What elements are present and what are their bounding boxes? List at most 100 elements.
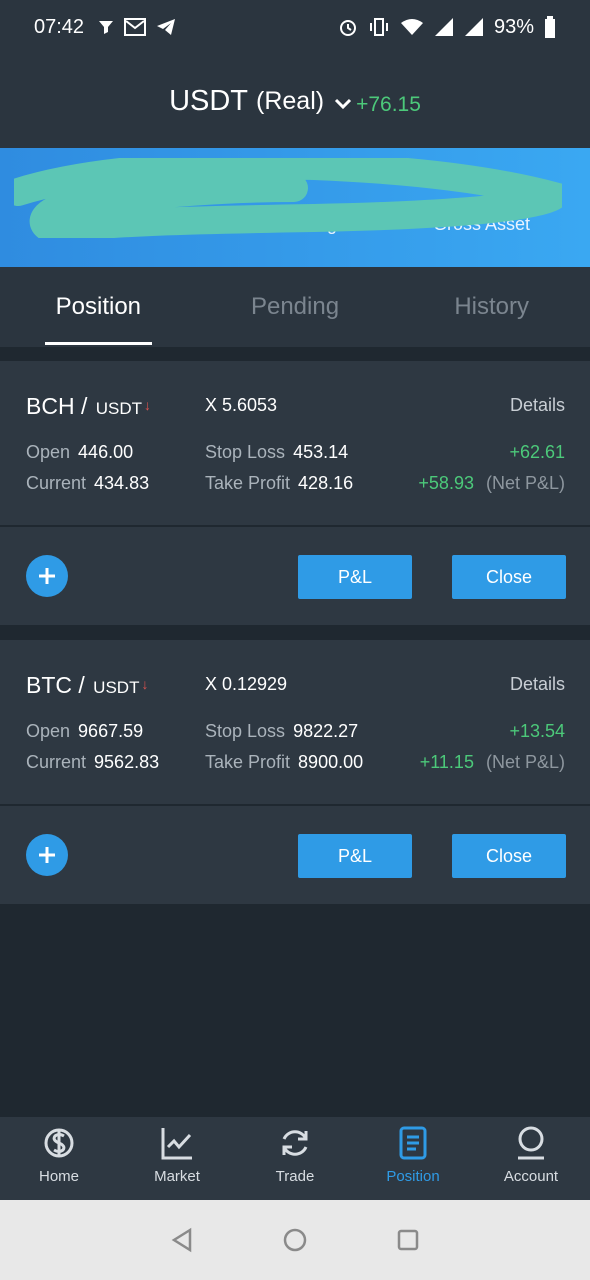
take-profit-value: 8900.00 <box>298 752 364 772</box>
plus-icon <box>39 568 55 584</box>
net-pnl-row: +58.93 (Net P&L) <box>418 473 565 494</box>
account-summary: vailable Utilized Margin Gross Asset <box>0 148 590 267</box>
net-pnl: +58.93 <box>418 473 474 493</box>
header-account-type: (Real) <box>256 86 325 115</box>
nav-market[interactable]: Market <box>118 1117 236 1200</box>
refresh-icon <box>282 1130 308 1156</box>
stop-loss-label: Stop Loss <box>205 442 286 462</box>
stop-loss-row: Stop Loss 9822.27 <box>205 721 358 742</box>
take-profit-row: Take Profit 428.16 <box>205 473 353 494</box>
position-quantity: X 5.6053 <box>205 395 278 415</box>
add-button[interactable] <box>26 555 68 597</box>
close-button[interactable]: Close <box>452 555 566 599</box>
net-pnl-row: +11.15 (Net P&L) <box>420 752 565 773</box>
divider <box>0 347 590 361</box>
details-link[interactable]: Details <box>510 674 565 695</box>
arrow-down-icon: ↓ <box>141 676 149 692</box>
account-selector[interactable]: USDT (Real) +76.15 <box>0 54 590 148</box>
tab-pending[interactable]: Pending <box>197 267 394 347</box>
net-pnl-label: (Net P&L) <box>485 473 565 493</box>
take-profit-row: Take Profit 8900.00 <box>205 752 363 773</box>
status-system-icons: 93% <box>338 16 556 39</box>
pair-base: BTC <box>26 672 72 698</box>
signal-icon <box>464 18 483 36</box>
redaction-scribble <box>14 158 562 238</box>
status-time: 07:42 <box>34 15 85 38</box>
header-pnl: +76.15 <box>356 93 421 116</box>
take-profit-value: 428.16 <box>298 473 354 493</box>
document-icon <box>399 1126 427 1160</box>
chart-icon <box>161 1128 192 1160</box>
recents-icon[interactable] <box>396 1228 420 1252</box>
take-profit-label: Take Profit <box>205 752 291 772</box>
stop-loss-label: Stop Loss <box>205 721 286 741</box>
current-price-row: Current 9562.83 <box>26 752 159 773</box>
nav-market-label: Market <box>154 1168 200 1185</box>
home-circle-icon[interactable] <box>282 1227 308 1253</box>
open-value: 446.00 <box>78 442 134 462</box>
vpn-filter-icon <box>99 21 114 34</box>
position-actions: P&L Close <box>0 527 590 625</box>
stop-loss-value: 9822.27 <box>293 721 359 741</box>
open-value: 9667.59 <box>78 721 144 741</box>
nav-account-label: Account <box>503 1168 559 1185</box>
vibrate-icon <box>369 18 388 36</box>
signal-icon <box>434 18 453 36</box>
tab-position[interactable]: Position <box>0 267 197 347</box>
current-price-row: Current 434.83 <box>26 473 149 494</box>
nav-account[interactable]: Account <box>472 1117 590 1200</box>
pair-quote: USDT <box>93 678 140 697</box>
pair-base: BCH <box>26 393 75 419</box>
status-bar: 07:42 93% <box>0 0 590 54</box>
gross-pnl: +62.61 <box>509 442 565 462</box>
current-value: 434.83 <box>94 473 150 493</box>
pair-quote: USDT <box>95 399 143 418</box>
nav-trade-label: Trade <box>275 1168 315 1185</box>
stop-loss-value: 453.14 <box>293 442 349 462</box>
nav-home[interactable]: Home <box>0 1117 118 1200</box>
pair-label: BTC / USDT ↓ <box>26 672 149 698</box>
open-price-row: Open 446.00 <box>26 442 133 463</box>
back-icon[interactable] <box>170 1227 194 1253</box>
position-tabs: Position Pending History <box>0 267 590 347</box>
tab-history[interactable]: History <box>393 267 590 347</box>
current-label: Current <box>26 752 87 772</box>
open-label: Open <box>26 721 71 741</box>
header-currency: USDT <box>169 84 249 117</box>
gross-pnl: +13.54 <box>509 721 565 741</box>
net-pnl: +11.15 <box>419 752 474 772</box>
position-card: BCH / USDT ↓ X 5.6053 Details Open 446.00 … <box>0 361 590 525</box>
open-price-row: Open 9667.59 <box>26 721 143 742</box>
pair-label: BCH / USDT ↓ <box>26 393 152 419</box>
wifi-icon <box>400 19 423 35</box>
current-label: Current <box>26 473 87 493</box>
position-quantity: X 0.12929 <box>205 674 288 694</box>
take-profit-label: Take Profit <box>205 473 291 493</box>
open-label: Open <box>26 442 71 462</box>
add-button[interactable] <box>26 834 68 876</box>
user-icon <box>518 1126 544 1160</box>
bottom-navigation: Home Market Trade Position Account <box>0 1117 590 1200</box>
close-button[interactable]: Close <box>452 834 566 878</box>
nav-trade[interactable]: Trade <box>236 1117 354 1200</box>
pl-button[interactable]: P&L <box>298 555 412 599</box>
stop-loss-row: Stop Loss 453.14 <box>205 442 348 463</box>
chevron-down-icon[interactable] <box>334 98 352 110</box>
arrow-down-icon: ↓ <box>144 397 152 413</box>
mail-icon <box>124 18 147 36</box>
nav-home-label: Home <box>38 1168 79 1185</box>
battery-percent: 93% <box>493 15 534 38</box>
net-pnl-label: (Net P&L) <box>485 752 565 772</box>
status-notification-icons <box>98 18 176 36</box>
plus-icon <box>39 847 55 863</box>
battery-icon <box>545 16 555 38</box>
home-s-icon <box>44 1128 74 1158</box>
pl-button[interactable]: P&L <box>298 834 412 878</box>
nav-position-label: Position <box>386 1168 440 1185</box>
alarm-icon <box>339 20 356 36</box>
details-link[interactable]: Details <box>510 395 565 416</box>
system-navigation-bar <box>0 1200 590 1280</box>
position-card: BTC / USDT ↓ X 0.12929 Details Open 9667.5… <box>0 640 590 804</box>
telegram-icon <box>157 19 176 35</box>
nav-position[interactable]: Position <box>354 1117 472 1200</box>
